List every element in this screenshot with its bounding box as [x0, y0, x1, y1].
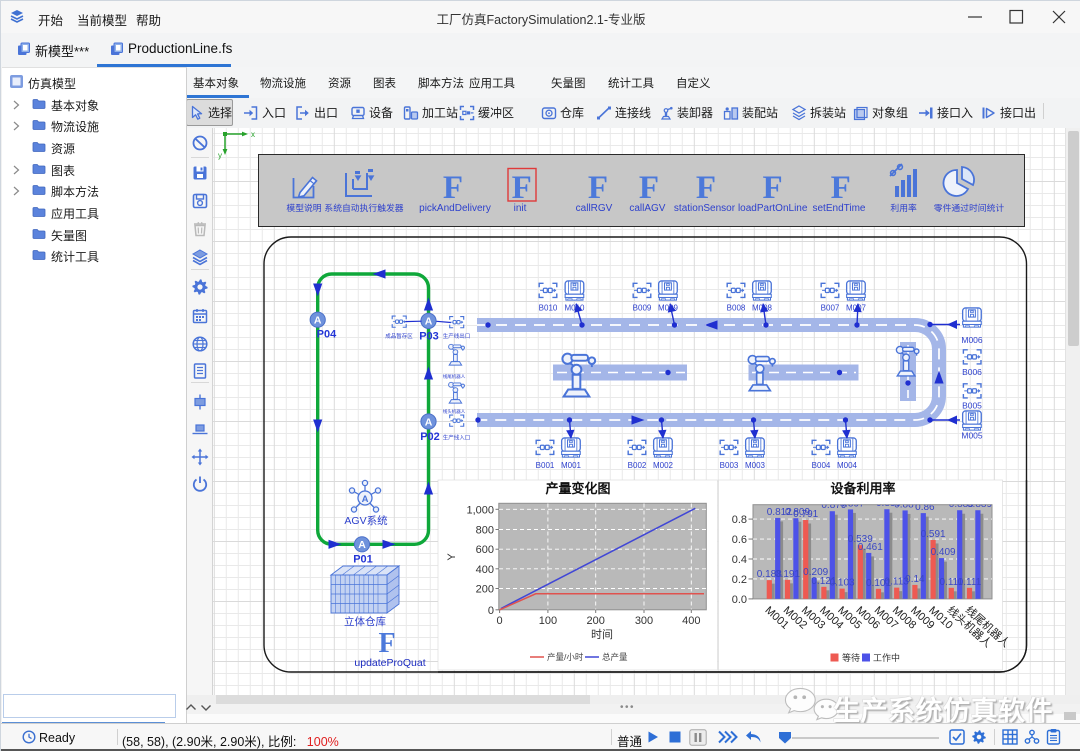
- svg-text:init: init: [514, 203, 527, 214]
- svg-text:设备利用率: 设备利用率: [830, 481, 895, 496]
- svg-text:600: 600: [476, 544, 494, 556]
- svg-text:F: F: [639, 170, 659, 206]
- svg-text:B008: B008: [727, 304, 746, 313]
- svg-text:0.409: 0.409: [931, 547, 956, 558]
- svg-text:A: A: [358, 539, 366, 551]
- svg-text:F: F: [588, 170, 608, 206]
- svg-text:A: A: [314, 315, 322, 327]
- svg-text:0.791: 0.791: [793, 509, 818, 520]
- svg-text:800: 800: [476, 525, 494, 537]
- svg-text:callAGV: callAGV: [629, 203, 665, 214]
- svg-text:stationSensor: stationSensor: [674, 203, 736, 214]
- svg-text:300: 300: [635, 615, 653, 627]
- svg-text:0.591: 0.591: [921, 529, 946, 540]
- svg-text:A: A: [425, 316, 433, 328]
- svg-text:loadPartOnLine: loadPartOnLine: [738, 203, 808, 214]
- svg-text:400: 400: [682, 615, 700, 627]
- svg-text:1,000: 1,000: [466, 504, 494, 516]
- svg-text:P02: P02: [420, 431, 440, 443]
- svg-text:B005: B005: [962, 401, 982, 411]
- svg-text:F: F: [696, 170, 716, 206]
- svg-text:P01: P01: [353, 554, 373, 566]
- svg-text:产量变化图: 产量变化图: [545, 481, 610, 496]
- svg-text:M002: M002: [653, 461, 674, 470]
- svg-text:Y: Y: [446, 553, 458, 561]
- svg-text:0.103: 0.103: [830, 578, 855, 589]
- svg-text:B001: B001: [536, 461, 555, 470]
- svg-text:M004: M004: [837, 461, 858, 470]
- svg-text:B004: B004: [812, 461, 831, 470]
- svg-text:0.4: 0.4: [732, 554, 747, 566]
- svg-text:0.2: 0.2: [732, 574, 747, 586]
- svg-text:200: 200: [587, 615, 605, 627]
- svg-text:0.0: 0.0: [732, 594, 747, 606]
- svg-text:B003: B003: [720, 461, 739, 470]
- svg-text:F: F: [763, 170, 783, 206]
- svg-text:产量/小时: 产量/小时: [547, 652, 584, 662]
- svg-text:A: A: [362, 494, 369, 505]
- svg-text:AGV系统: AGV系统: [344, 514, 388, 527]
- svg-text:y: y: [218, 151, 222, 160]
- svg-text:F: F: [831, 170, 851, 206]
- svg-text:线头机器人: 线头机器人: [443, 408, 466, 415]
- svg-text:0.111: 0.111: [958, 577, 982, 588]
- svg-text:0: 0: [497, 615, 503, 627]
- svg-text:B006: B006: [962, 367, 982, 377]
- svg-text:等待: 等待: [842, 652, 860, 663]
- svg-text:M006: M006: [961, 335, 983, 345]
- svg-text:100: 100: [539, 615, 557, 627]
- svg-text:成品暂存区: 成品暂存区: [385, 332, 413, 340]
- svg-text:零件通过时间统计: 零件通过时间统计: [934, 202, 1005, 213]
- svg-text:M003: M003: [745, 461, 766, 470]
- svg-text:系统自动执行触发器: 系统自动执行触发器: [324, 202, 403, 213]
- svg-text:0.461: 0.461: [858, 542, 883, 553]
- svg-text:工作中: 工作中: [873, 652, 900, 663]
- svg-text:x: x: [251, 130, 255, 139]
- svg-text:M001: M001: [561, 461, 582, 470]
- svg-text:立体仓库: 立体仓库: [344, 615, 386, 628]
- svg-text:时间: 时间: [591, 628, 613, 641]
- svg-text:0.191: 0.191: [775, 569, 800, 580]
- svg-text:生产线入口: 生产线入口: [443, 434, 471, 442]
- svg-text:0.14: 0.14: [905, 574, 925, 585]
- svg-text:B002: B002: [628, 461, 647, 470]
- svg-text:P04: P04: [317, 329, 337, 341]
- svg-text:B009: B009: [633, 304, 652, 313]
- svg-text:0: 0: [488, 605, 494, 617]
- svg-text:利用率: 利用率: [890, 202, 917, 213]
- svg-text:0.6: 0.6: [732, 534, 747, 546]
- svg-text:callRGV: callRGV: [576, 203, 613, 214]
- svg-text:B007: B007: [821, 304, 840, 313]
- svg-text:F: F: [378, 628, 395, 659]
- svg-text:F: F: [443, 170, 463, 206]
- svg-text:pickAndDelivery: pickAndDelivery: [419, 203, 491, 214]
- svg-text:模型说明: 模型说明: [286, 202, 321, 213]
- svg-text:总产量: 总产量: [602, 652, 628, 662]
- svg-text:生产线出口: 生产线出口: [443, 332, 471, 340]
- svg-text:线尾机器人: 线尾机器人: [443, 373, 466, 380]
- svg-text:setEndTime: setEndTime: [813, 203, 866, 214]
- svg-text:0.8: 0.8: [732, 514, 747, 526]
- svg-text:200: 200: [476, 584, 494, 596]
- svg-text:M005: M005: [961, 431, 983, 441]
- svg-text:400: 400: [476, 564, 494, 576]
- svg-text:P03: P03: [419, 330, 439, 342]
- svg-text:updateProQuat: updateProQuat: [354, 657, 425, 669]
- svg-text:B010: B010: [539, 304, 558, 313]
- svg-text:A: A: [425, 416, 433, 428]
